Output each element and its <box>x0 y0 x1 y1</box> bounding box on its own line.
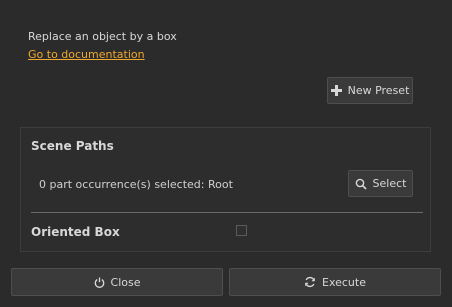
section-divider <box>31 212 423 213</box>
tool-description: Replace an object by a box <box>28 30 177 43</box>
execute-label: Execute <box>322 275 366 289</box>
parameters-panel: Scene Paths 0 part occurrence(s) selecte… <box>20 127 431 252</box>
magnifier-icon <box>355 178 367 190</box>
oriented-box-label: Oriented Box <box>31 225 120 239</box>
power-icon <box>94 277 105 288</box>
scene-paths-title: Scene Paths <box>31 139 114 153</box>
refresh-icon <box>304 276 316 288</box>
execute-button[interactable]: Execute <box>229 268 441 296</box>
new-preset-label: New Preset <box>347 84 410 97</box>
selection-status: 0 part occurrence(s) selected: Root <box>39 178 233 191</box>
plus-icon <box>330 85 342 96</box>
close-button[interactable]: Close <box>11 268 223 296</box>
oriented-box-checkbox[interactable] <box>236 225 247 236</box>
select-button[interactable]: Select <box>348 170 413 197</box>
select-label: Select <box>372 177 407 190</box>
documentation-link[interactable]: Go to documentation <box>28 48 145 61</box>
new-preset-button[interactable]: New Preset <box>327 77 413 104</box>
close-label: Close <box>110 275 141 289</box>
